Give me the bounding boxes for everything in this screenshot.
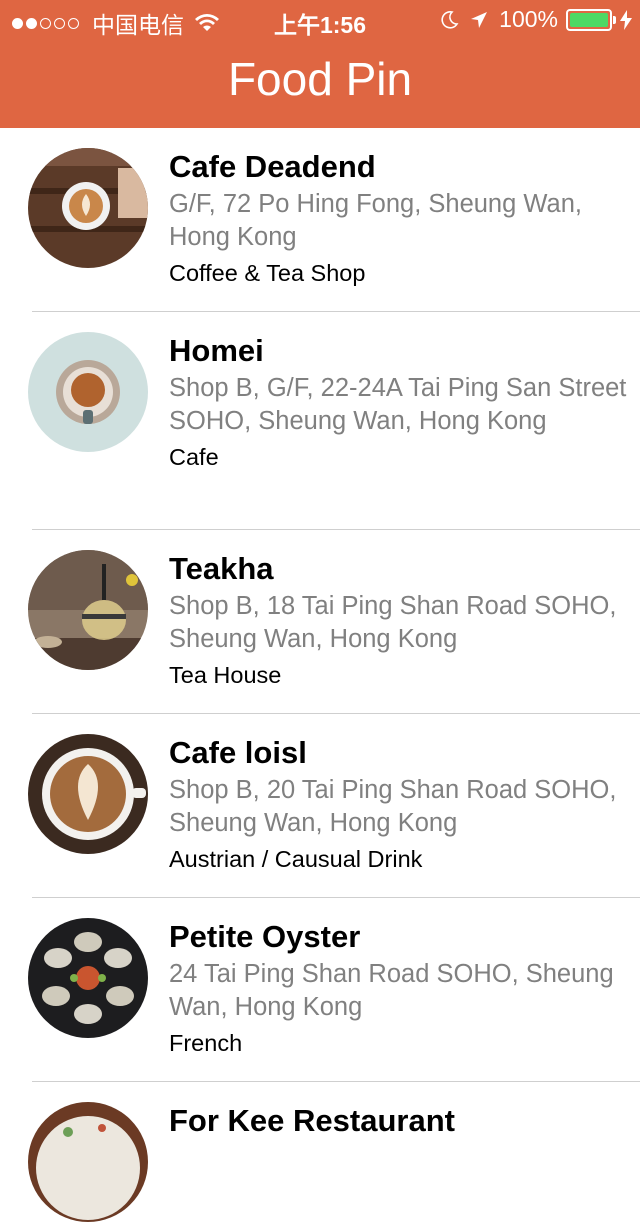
restaurant-name: Cafe Deadend bbox=[169, 149, 376, 184]
restaurant-address: G/F, 72 Po Hing Fong, Sheung Wan, Hong K… bbox=[169, 190, 582, 251]
restaurant-type: Austrian / Causual Drink bbox=[169, 846, 423, 872]
restaurant-name: Teakha bbox=[169, 551, 274, 586]
restaurant-text: Petite Oyster 24 Tai Ping Shan Road SOHO… bbox=[169, 918, 628, 1060]
restaurant-text: Teakha Shop B, 18 Tai Ping Shan Road SOH… bbox=[169, 550, 628, 692]
navigation-bar: 中国电信 上午1:56 100% Food Pin bbox=[0, 0, 640, 128]
restaurant-list[interactable]: Cafe Deadend G/F, 72 Po Hing Fong, Sheun… bbox=[0, 128, 640, 1222]
status-bar: 中国电信 上午1:56 100% bbox=[0, 0, 640, 40]
restaurant-address: 24 Tai Ping Shan Road SOHO, Sheung Wan, … bbox=[169, 960, 614, 1021]
restaurant-text: Homei Shop B, G/F, 22-24A Tai Ping San S… bbox=[169, 332, 628, 474]
restaurant-text: Cafe Deadend G/F, 72 Po Hing Fong, Sheun… bbox=[169, 148, 628, 290]
restaurant-type: Coffee & Tea Shop bbox=[169, 260, 366, 286]
restaurant-row-cafe-deadend[interactable]: Cafe Deadend G/F, 72 Po Hing Fong, Sheun… bbox=[0, 128, 640, 312]
restaurant-type: Tea House bbox=[169, 662, 282, 688]
battery-percent: 100% bbox=[499, 6, 558, 32]
page-title: Food Pin bbox=[227, 53, 413, 105]
restaurant-row-cafe-loisl[interactable]: Cafe loisl Shop B, 20 Tai Ping Shan Road… bbox=[0, 714, 640, 898]
restaurant-name: Homei bbox=[169, 333, 264, 368]
restaurant-thumbnail bbox=[28, 332, 148, 452]
restaurant-type: Cafe bbox=[169, 444, 219, 470]
restaurant-thumbnail bbox=[28, 550, 148, 670]
battery-icon bbox=[566, 8, 616, 31]
moon-icon bbox=[441, 10, 459, 29]
charging-bolt-icon bbox=[620, 9, 632, 30]
restaurant-text: Cafe loisl Shop B, 20 Tai Ping Shan Road… bbox=[169, 734, 628, 876]
restaurant-row-for-kee[interactable]: For Kee Restaurant bbox=[0, 1082, 640, 1222]
restaurant-text: For Kee Restaurant bbox=[169, 1102, 628, 1140]
restaurant-thumbnail bbox=[28, 148, 148, 268]
restaurant-row-petite-oyster[interactable]: Petite Oyster 24 Tai Ping Shan Road SOHO… bbox=[0, 898, 640, 1082]
location-arrow-icon bbox=[471, 11, 488, 28]
restaurant-thumbnail bbox=[28, 1102, 148, 1222]
status-right: 100% bbox=[439, 6, 632, 33]
restaurant-address: Shop B, 18 Tai Ping Shan Road SOHO, Sheu… bbox=[169, 592, 617, 653]
restaurant-address: Shop B, G/F, 22-24A Tai Ping San Street … bbox=[169, 374, 627, 435]
restaurant-name: Petite Oyster bbox=[169, 919, 361, 954]
restaurant-row-homei[interactable]: Homei Shop B, G/F, 22-24A Tai Ping San S… bbox=[0, 312, 640, 530]
restaurant-address: Shop B, 20 Tai Ping Shan Road SOHO, Sheu… bbox=[169, 776, 617, 837]
restaurant-name: Cafe loisl bbox=[169, 735, 307, 770]
restaurant-thumbnail bbox=[28, 918, 148, 1038]
restaurant-row-teakha[interactable]: Teakha Shop B, 18 Tai Ping Shan Road SOH… bbox=[0, 530, 640, 714]
restaurant-thumbnail bbox=[28, 734, 148, 854]
restaurant-name: For Kee Restaurant bbox=[169, 1103, 455, 1138]
restaurant-type: French bbox=[169, 1030, 243, 1056]
